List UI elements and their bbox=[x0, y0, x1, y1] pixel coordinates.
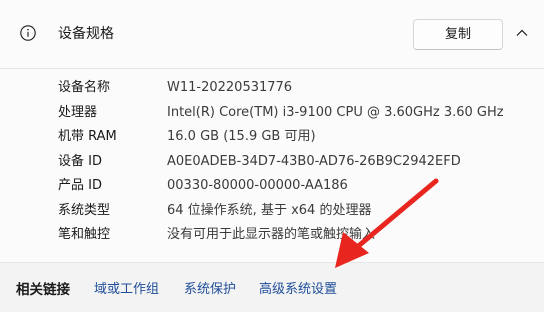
spec-row-system-type: 系统类型 64 位操作系统, 基于 x64 的处理器 bbox=[0, 199, 544, 223]
spec-row-pen-touch: 笔和触控 没有可用于此显示器的笔或触控输入 bbox=[0, 223, 544, 247]
spec-value[interactable]: 00330-80000-00000-AA186 bbox=[167, 174, 348, 198]
spec-row-device-name: 设备名称 W11-20220531776 bbox=[0, 76, 544, 100]
spec-value[interactable]: 16.0 GB (15.9 GB 可用) bbox=[167, 125, 316, 149]
spec-label: 设备名称 bbox=[58, 80, 111, 95]
system-protection-link[interactable]: 系统保护 bbox=[184, 280, 236, 300]
info-icon bbox=[20, 25, 36, 41]
spec-label: 产品 ID bbox=[58, 178, 102, 193]
copy-button[interactable]: 复制 bbox=[413, 19, 503, 50]
related-links-title: 相关链接 bbox=[16, 282, 70, 298]
spec-row-product-id: 产品 ID 00330-80000-00000-AA186 bbox=[0, 174, 544, 198]
device-specs-panel: 设备规格 复制 设备名称 W11-20220531776 处理器 Intel(R… bbox=[0, 0, 544, 263]
spec-label: 系统类型 bbox=[58, 202, 111, 218]
spec-value[interactable]: W11-20220531776 bbox=[167, 76, 292, 100]
domain-workgroup-link[interactable]: 域或工作组 bbox=[94, 280, 159, 300]
spec-value[interactable]: 64 位操作系统, 基于 x64 的处理器 bbox=[167, 199, 371, 223]
advanced-system-settings-link[interactable]: 高级系统设置 bbox=[259, 280, 337, 300]
spec-row-ram: 机带 RAM 16.0 GB (15.9 GB 可用) bbox=[0, 125, 544, 149]
spec-label: 笔和触控 bbox=[58, 227, 111, 242]
spec-row-processor: 处理器 Intel(R) Core(TM) i3-9100 CPU @ 3.60… bbox=[0, 101, 544, 125]
section-title: 设备规格 bbox=[58, 26, 114, 42]
spec-value[interactable]: 没有可用于此显示器的笔或触控输入 bbox=[167, 223, 375, 247]
spec-label: 处理器 bbox=[58, 104, 98, 120]
spec-value[interactable]: Intel(R) Core(TM) i3-9100 CPU @ 3.60GHz … bbox=[167, 101, 504, 125]
spec-label: 设备 ID bbox=[58, 153, 102, 169]
device-specs-header[interactable]: 设备规格 复制 bbox=[0, 0, 544, 69]
chevron-up-icon[interactable] bbox=[516, 28, 528, 38]
related-links-bar: 相关链接 域或工作组 系统保护 高级系统设置 bbox=[0, 263, 544, 312]
spec-label: 机带 RAM bbox=[58, 129, 117, 144]
spec-value[interactable]: A0E0ADEB-34D7-43B0-AD76-26B9C2942EFD bbox=[167, 150, 461, 174]
spec-row-device-id: 设备 ID A0E0ADEB-34D7-43B0-AD76-26B9C2942E… bbox=[0, 150, 544, 174]
